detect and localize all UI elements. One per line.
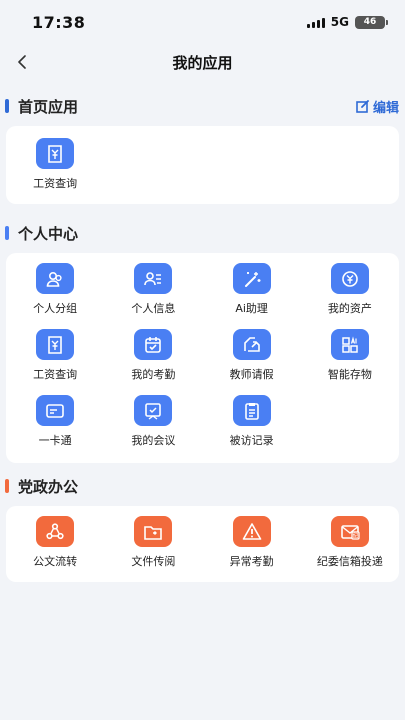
section-bar xyxy=(5,226,9,240)
app-tile[interactable]: 文件传阅 xyxy=(104,508,202,574)
signal-icon xyxy=(306,17,325,28)
home-apps-header: 首页应用 编辑 xyxy=(0,86,405,126)
app-tile[interactable]: Ai助理 xyxy=(203,255,301,321)
home-apps-grid: 工资查询 xyxy=(6,130,399,196)
personal-apps-grid: 个人分组 个人信息 Ai助理 我的资产工资查询 我的考勤 教师请假 智能存物一卡通 我的会议 被… xyxy=(6,255,399,453)
edit-icon xyxy=(356,99,369,113)
party-office-card: 公文流转 文件传阅 异常考勤 纪纪委信箱投递 xyxy=(6,506,399,582)
app-tile[interactable]: 个人信息 xyxy=(104,255,202,321)
back-button[interactable] xyxy=(8,48,36,76)
network-type: 5G xyxy=(330,15,349,29)
app-label: 教师请假 xyxy=(229,368,274,381)
battery-level: 46 xyxy=(363,17,377,27)
app-tile[interactable]: 个人分组 xyxy=(6,255,104,321)
warning-icon xyxy=(232,516,271,547)
page-title: 我的应用 xyxy=(172,53,233,72)
calendar-icon xyxy=(134,329,173,360)
app-label: 我的会议 xyxy=(131,434,176,447)
profile-icon xyxy=(134,263,173,294)
personal-center-card: 个人分组 个人信息 Ai助理 我的资产工资查询 我的考勤 教师请假 智能存物一卡通 我的会议 被… xyxy=(6,253,399,463)
app-tile[interactable]: 被访记录 xyxy=(203,387,301,453)
card-icon xyxy=(36,395,75,426)
leave-icon xyxy=(232,329,271,360)
home-apps-card: 工资查询 xyxy=(6,126,399,204)
party-office-title: 党政办公 xyxy=(18,477,79,496)
app-tile[interactable]: 智能存物 xyxy=(301,321,399,387)
ai-wand-icon xyxy=(232,263,271,294)
group-icon xyxy=(36,263,75,294)
app-tile[interactable]: 工资查询 xyxy=(6,130,104,196)
app-label: 智能存物 xyxy=(327,368,372,381)
app-tile[interactable]: 我的考勤 xyxy=(104,321,202,387)
storage-icon xyxy=(330,329,369,360)
nav-bar: 我的应用 xyxy=(0,44,405,80)
workflow-icon xyxy=(36,516,75,547)
app-tile[interactable]: 一卡通 xyxy=(6,387,104,453)
meeting-icon xyxy=(134,395,173,426)
status-indicators: 5G 46 xyxy=(306,15,388,29)
app-label: 我的资产 xyxy=(327,302,372,315)
party-apps-grid: 公文流转 文件传阅 异常考勤 纪纪委信箱投递 xyxy=(6,508,399,574)
section-bar xyxy=(5,479,9,493)
home-apps-title: 首页应用 xyxy=(18,97,79,116)
record-icon xyxy=(232,395,271,426)
app-label: 工资查询 xyxy=(33,177,78,190)
chevron-left-icon xyxy=(18,55,26,69)
app-tile[interactable]: 教师请假 xyxy=(203,321,301,387)
status-time: 17:38 xyxy=(32,12,86,32)
section-bar xyxy=(5,99,9,113)
edit-label: 编辑 xyxy=(372,100,399,116)
app-tile[interactable]: 异常考勤 xyxy=(203,508,301,574)
battery-icon: 46 xyxy=(355,15,388,29)
folder-icon xyxy=(134,516,173,547)
app-label: 公文流转 xyxy=(33,555,78,568)
personal-center-header: 个人中心 xyxy=(0,213,405,253)
app-label: 一卡通 xyxy=(38,434,72,447)
salary-icon xyxy=(36,329,75,360)
app-label: 工资查询 xyxy=(33,368,78,381)
app-label: Ai助理 xyxy=(235,302,268,315)
app-label: 被访记录 xyxy=(229,434,274,447)
app-label: 纪委信箱投递 xyxy=(316,555,383,568)
app-tile[interactable]: 我的资产 xyxy=(301,255,399,321)
app-label: 个人信息 xyxy=(131,302,176,315)
edit-button[interactable]: 编辑 xyxy=(356,97,399,116)
app-label: 个人分组 xyxy=(33,302,78,315)
app-tile[interactable]: 工资查询 xyxy=(6,321,104,387)
mailbox-icon: 纪 xyxy=(330,516,369,547)
app-tile[interactable]: 我的会议 xyxy=(104,387,202,453)
party-office-header: 党政办公 xyxy=(0,466,405,506)
status-bar: 17:38 5G 46 xyxy=(0,0,405,44)
asset-icon xyxy=(330,263,369,294)
app-label: 我的考勤 xyxy=(131,368,176,381)
salary-icon xyxy=(36,138,75,169)
app-label: 文件传阅 xyxy=(131,555,176,568)
app-tile[interactable]: 公文流转 xyxy=(6,508,104,574)
personal-center-title: 个人中心 xyxy=(18,224,79,243)
app-label: 异常考勤 xyxy=(229,555,274,568)
app-tile[interactable]: 纪纪委信箱投递 xyxy=(301,508,399,574)
svg-text:纪: 纪 xyxy=(353,531,359,539)
